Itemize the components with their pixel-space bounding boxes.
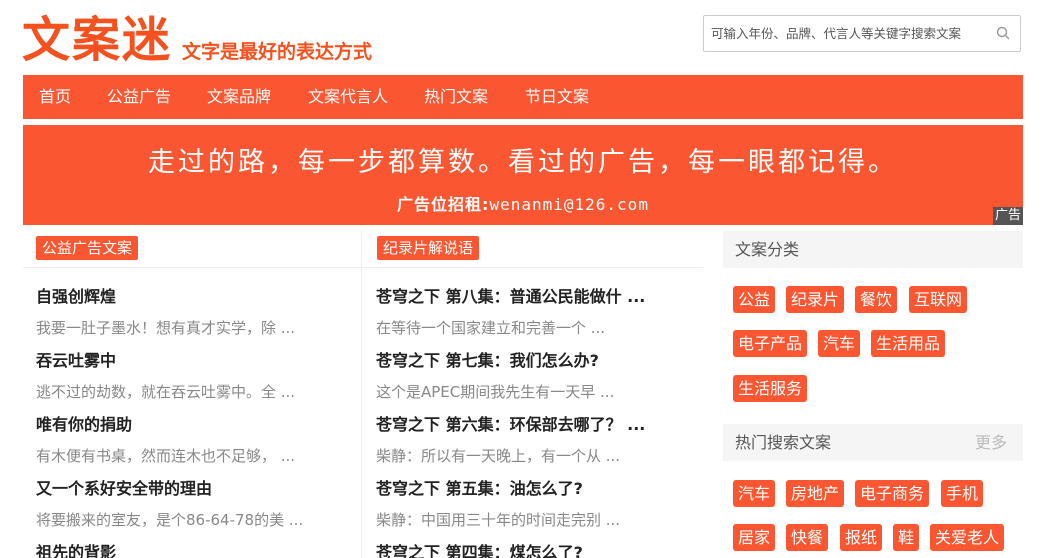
hot-tag[interactable]: 居家 [733,524,776,551]
hot-tag[interactable]: 快餐 [786,524,829,551]
list-item: 苍穹之下 第八集：普通公民能做什 ... 在等待一个国家建立和完善一个 ... [363,285,703,339]
list-item-title[interactable]: 苍穹之下 第八集：普通公民能做什 ... [376,285,703,309]
list-item-title[interactable]: 唯有你的捐助 [36,413,361,437]
sidebar: 文案分类 公益 纪录片 餐饮 互联网 电子产品 汽车 生活用品 生活服务 热门搜… [723,230,1023,558]
category-tag[interactable]: 生活服务 [733,375,808,402]
hot-tag[interactable]: 手机 [941,480,984,507]
column-title[interactable]: 纪录片解说语 [377,236,480,260]
hot-tag[interactable]: 关爱老人 [930,524,1005,551]
list-item: 苍穹之下 第七集：我们怎么办? 这个是APEC期间我先生有一天早 ... [363,349,703,403]
search-box [703,15,1021,52]
list-item: 自强创辉煌 我要一肚子墨水！想有真才实学，除 ... [23,285,361,339]
banner-slogan: 走过的路，每一步都算数。看过的广告，每一眼都记得。 [148,147,898,178]
category-tag[interactable]: 公益 [733,286,776,313]
search-input[interactable] [704,16,984,51]
hot-search-header: 热门搜索文案 更多 [723,424,1023,461]
more-link[interactable]: 更多 [975,424,1007,461]
column-title[interactable]: 公益广告文案 [36,236,139,260]
list-item: 苍穹之下 第四集：煤怎么了? [363,541,703,558]
nav-item-home[interactable]: 首页 [39,75,71,119]
category-tag[interactable]: 生活用品 [871,330,946,357]
categories-header: 文案分类 [723,231,1023,268]
hot-tag[interactable]: 房地产 [786,480,845,507]
site-header: 文案迷 文字是最好的表达方式 [0,0,1054,75]
nav-item-festival[interactable]: 节日文案 [525,75,589,119]
list-item-title[interactable]: 苍穹之下 第六集：环保部去哪了？ ... [376,413,703,437]
list-item-title[interactable]: 苍穹之下 第四集：煤怎么了? [376,541,703,558]
hot-tag[interactable]: 汽车 [733,480,776,507]
site-tagline: 文字是最好的表达方式 [182,41,373,63]
list-item-desc: 有木便有书桌，然而连木也不足够， ... [36,447,296,465]
category-tag[interactable]: 互联网 [909,286,968,313]
category-tag[interactable]: 电子产品 [733,330,808,357]
list-item: 苍穹之下 第六集：环保部去哪了？ ... 柴静：所以有一天晚上，有一个从 ... [363,413,703,467]
nav-item-public-ads[interactable]: 公益广告 [107,75,171,119]
ad-banner[interactable]: 走过的路，每一步都算数。看过的广告，每一眼都记得。 广告位招租:wenanmi@… [23,125,1023,225]
hot-tag[interactable]: 报纸 [840,524,883,551]
public-ads-column: 公益广告文案 自强创辉煌 我要一肚子墨水！想有真才实学，除 ... 吞云吐雾中 … [23,230,362,558]
category-tag[interactable]: 纪录片 [786,286,845,313]
list-item-desc: 逃不过的劫数，就在吞云吐雾中。全 ... [36,383,296,401]
banner-contact-email: wenanmi@126.com [489,195,649,214]
site-logo[interactable]: 文案迷 [22,8,172,72]
banner-contact: 广告位招租:wenanmi@126.com [23,193,1023,217]
search-icon[interactable] [996,26,1010,40]
main-nav: 首页 公益广告 文案品牌 文案代言人 热门文案 节日文案 [23,75,1023,119]
list-item-title[interactable]: 吞云吐雾中 [36,349,361,373]
list-item: 唯有你的捐助 有木便有书桌，然而连木也不足够， ... [23,413,361,467]
list-item-desc: 将要搬来的室友，是个86-64-78的美 ... [36,511,304,529]
list-item: 祖先的背影 [23,541,361,558]
list-item: 苍穹之下 第五集：油怎么了? 柴静：中国用三十年的时间走完别 ... [363,477,703,531]
list-item-title[interactable]: 苍穹之下 第五集：油怎么了? [376,477,703,501]
column-header: 纪录片解说语 [363,230,703,268]
list-item-desc: 我要一肚子墨水！想有真才实学，除 ... [36,319,296,337]
hot-tag[interactable]: 鞋 [893,524,920,551]
list-item-desc: 柴静：中国用三十年的时间走完别 ... [376,511,621,529]
list-item-title[interactable]: 自强创辉煌 [36,285,361,309]
list-item: 吞云吐雾中 逃不过的劫数，就在吞云吐雾中。全 ... [23,349,361,403]
documentary-column: 纪录片解说语 苍穹之下 第八集：普通公民能做什 ... 在等待一个国家建立和完善… [363,230,703,558]
list-item-title[interactable]: 苍穹之下 第七集：我们怎么办? [376,349,703,373]
hot-tag[interactable]: 电子商务 [855,480,930,507]
category-tag[interactable]: 汽车 [818,330,861,357]
list-item-title[interactable]: 又一个系好安全带的理由 [36,477,361,501]
list-item-title[interactable]: 祖先的背影 [36,541,361,558]
category-tag[interactable]: 餐饮 [855,286,898,313]
ad-badge: 广告 [992,207,1023,225]
nav-item-brands[interactable]: 文案品牌 [207,75,271,119]
banner-contact-label: 广告位招租: [397,195,490,214]
list-item-desc: 柴静：所以有一天晚上，有一个从 ... [376,447,621,465]
list-item-desc: 在等待一个国家建立和完善一个 ... [376,319,606,337]
list-item: 又一个系好安全带的理由 将要搬来的室友，是个86-64-78的美 ... [23,477,361,531]
column-header: 公益广告文案 [23,230,361,268]
list-item-desc: 这个是APEC期间我先生有一天早 ... [376,383,615,401]
nav-item-hot[interactable]: 热门文案 [424,75,488,119]
nav-item-spokespersons[interactable]: 文案代言人 [308,75,388,119]
hot-search-title: 热门搜索文案 [735,433,832,452]
